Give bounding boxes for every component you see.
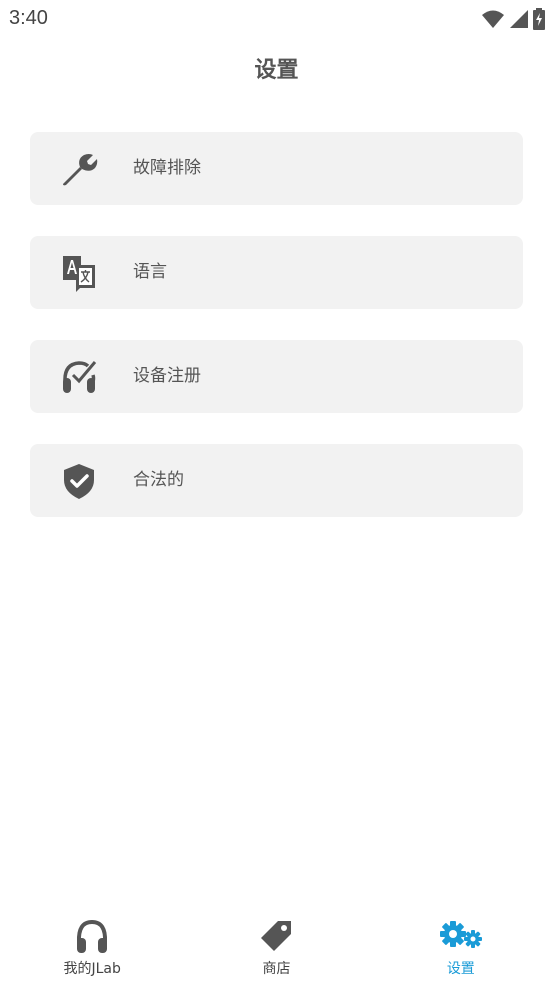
nav-label: 设置 (446, 961, 475, 977)
nav-item-my-jlab[interactable]: 我的JLab (0, 910, 184, 984)
headphones-check-icon (60, 358, 98, 396)
translate-icon (60, 254, 98, 292)
settings-item-label: 合法的 (133, 470, 184, 490)
page-title: 设置 (254, 58, 299, 83)
bottom-nav: 我的JLab 商店 设置 (0, 910, 553, 984)
battery-charging-icon (533, 8, 545, 34)
nav-item-settings[interactable]: 设置 (369, 910, 553, 984)
headphones-icon (0, 916, 184, 956)
settings-item-device-registration[interactable]: 设备注册 (30, 340, 523, 413)
nav-label: 商店 (262, 961, 291, 977)
nav-label: 我的JLab (63, 961, 121, 977)
settings-item-label: 设备注册 (133, 366, 201, 386)
gears-icon (369, 916, 553, 956)
wifi-icon (481, 9, 505, 33)
settings-item-label: 语言 (133, 262, 167, 282)
status-bar: 3:40 (0, 0, 553, 38)
settings-item-language[interactable]: 语言 (30, 236, 523, 309)
settings-item-troubleshooting[interactable]: 故障排除 (30, 132, 523, 205)
settings-item-legal[interactable]: 合法的 (30, 444, 523, 517)
settings-list: 故障排除 语言 设备注册 合法的 (30, 132, 523, 548)
signal-icon (509, 9, 529, 33)
shield-check-icon (60, 462, 98, 500)
status-time: 3:40 (9, 7, 48, 29)
tag-icon (184, 916, 368, 956)
settings-item-label: 故障排除 (133, 158, 201, 178)
status-icons (481, 8, 545, 34)
nav-item-store[interactable]: 商店 (184, 910, 368, 984)
wrench-icon (60, 150, 98, 188)
